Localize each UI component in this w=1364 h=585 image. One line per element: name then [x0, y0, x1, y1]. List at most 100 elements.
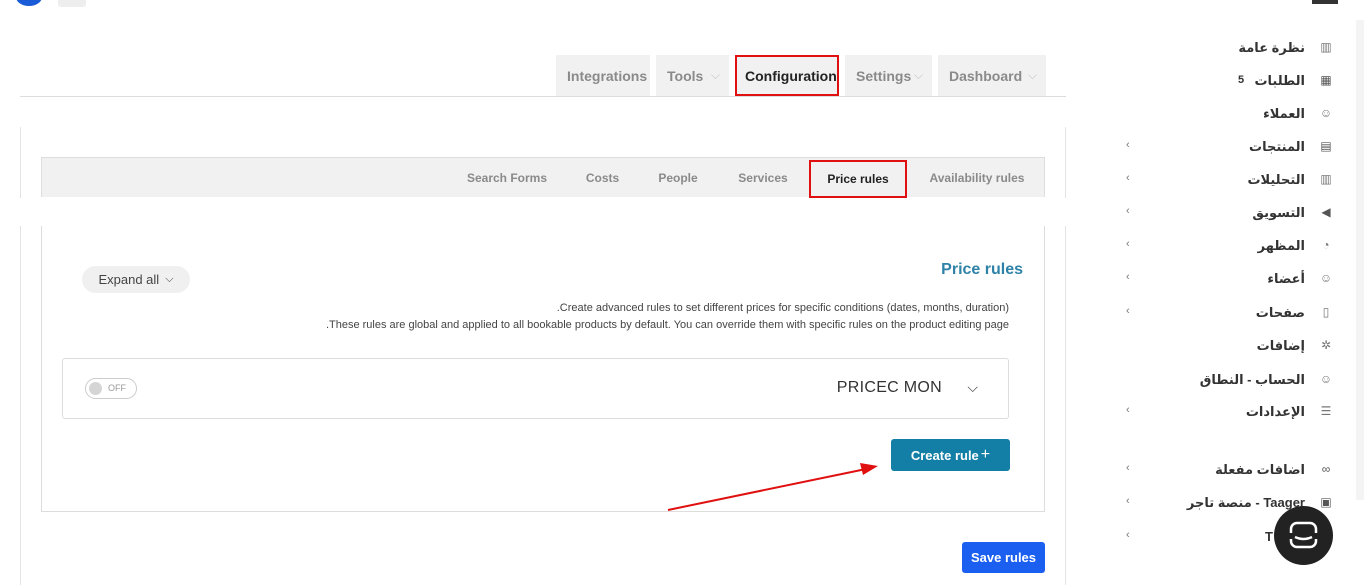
sidebar-item-label: المظهر — [1257, 238, 1305, 253]
tab-dashboard-label: Dashboard — [949, 67, 1023, 84]
create-rule-button[interactable]: Create rule + — [891, 439, 1010, 471]
chevron-down-icon: ⌵ — [913, 68, 923, 82]
sidebar-item-label: صفحات — [1255, 305, 1305, 320]
sidebar-item-customers[interactable]: ☺ العملاء — [1120, 102, 1335, 126]
sidebar-item-label: اضافات مفعلة — [1215, 462, 1305, 477]
sidebar-item-active-addons[interactable]: ‹ ∞ اضافات مفعلة — [1120, 458, 1335, 482]
box-icon: ▤ — [1320, 139, 1332, 153]
chevron-left-icon: ‹ — [1126, 238, 1130, 250]
tab-people[interactable]: People — [649, 158, 707, 198]
sidebar-item-label: التسويق — [1252, 205, 1305, 220]
chevron-left-icon: ‹ — [1126, 529, 1130, 541]
sidebar-item-settings[interactable]: ‹ ☰ الإعدادات — [1120, 400, 1335, 424]
chart-icon: ▥ — [1320, 172, 1332, 186]
sidebar-item-addons[interactable]: ✲ إضافات — [1120, 334, 1335, 358]
orders-count-badge: 5 — [1238, 74, 1245, 86]
frame-border-left — [20, 127, 21, 585]
sidebar-item-orders[interactable]: ▦ الطلبات 5 — [1120, 69, 1335, 93]
chevron-left-icon: ‹ — [1126, 495, 1130, 507]
tab-people-label: People — [658, 171, 698, 185]
sidebar-item-label: التحليلات — [1247, 172, 1305, 187]
chevron-left-icon: ‹ — [1126, 404, 1130, 416]
sidebar-item-label: T — [1265, 529, 1273, 544]
sidebar-item-label: الإعدادات — [1245, 404, 1305, 419]
tab-settings[interactable]: Settings ⌵ — [845, 55, 932, 96]
chevron-down-icon: ⌵ — [1027, 68, 1037, 82]
tab-settings-label: Settings — [856, 67, 912, 84]
chevron-left-icon: ‹ — [1126, 271, 1130, 283]
sidebar-item-account-domain[interactable]: ☺ الحساب - النطاق — [1120, 368, 1335, 392]
sidebar-item-label: نظرة عامة — [1238, 40, 1305, 55]
toggle-knob — [89, 382, 102, 395]
megaphone-icon: ◀ — [1321, 205, 1331, 219]
chart-icon: ▥ — [1320, 40, 1332, 54]
description-line-2: .These rules are global and applied to a… — [325, 319, 1009, 331]
palette-icon: ◔ — [1322, 238, 1330, 252]
tab-price-rules-label: Price rules — [827, 172, 889, 186]
sidebar-item-label: العملاء — [1263, 106, 1305, 121]
rule-row[interactable]: OFF PRICEC MON ⌵ — [62, 358, 1009, 419]
grid-icon: ▦ — [1320, 73, 1332, 87]
expand-all-button[interactable]: Expand all ⌵ — [82, 266, 190, 293]
tab-dashboard[interactable]: Dashboard ⌵ — [938, 55, 1046, 96]
tab-search-forms-label: Search Forms — [466, 171, 548, 185]
sidebar-item-label: أعضاء — [1267, 271, 1305, 286]
sidebar-item-label: الطلبات — [1254, 73, 1305, 88]
top-toolbar-stub — [58, 0, 86, 7]
chat-launcher-button[interactable] — [1274, 506, 1333, 565]
tab-configuration[interactable]: Configuration — [735, 55, 839, 96]
sidebar-item-pages[interactable]: ‹ ▯ صفحات — [1120, 301, 1335, 325]
menu-bar-stub — [1312, 0, 1338, 4]
sidebar-scrollbar[interactable] — [1356, 20, 1364, 500]
description-line-1: .Create advanced rules to set different … — [556, 302, 1009, 314]
tab-tools-label: Tools — [667, 67, 704, 84]
top-tab-bar: Integrations Tools ⌵ Configuration Setti… — [20, 55, 1066, 97]
users-icon: ☺ — [1319, 372, 1333, 386]
sub-tab-bar: Search Forms Costs People Services Price… — [41, 157, 1045, 198]
tab-integrations-label: Integrations — [567, 67, 648, 84]
chevron-down-icon: ⌵ — [710, 68, 720, 82]
frame-border-right — [1065, 127, 1066, 585]
sidebar-item-label: المنتجات — [1249, 139, 1305, 154]
tab-tools[interactable]: Tools ⌵ — [656, 55, 729, 96]
tab-services-label: Services — [738, 171, 788, 185]
users-icon: ☺ — [1319, 271, 1333, 285]
page: Integrations Tools ⌵ Configuration Setti… — [0, 0, 1364, 585]
avatar[interactable] — [16, 0, 42, 6]
page-icon: ▯ — [1322, 305, 1330, 319]
rule-toggle[interactable]: OFF — [85, 378, 137, 399]
users-icon: ☺ — [1319, 106, 1333, 120]
tab-configuration-label: Configuration — [745, 67, 837, 84]
sidebar-item-members[interactable]: ‹ ☺ أعضاء — [1120, 267, 1335, 291]
separator-strip — [0, 198, 1080, 226]
sidebar-item-label: إضافات — [1256, 338, 1305, 353]
chat-icon — [1289, 521, 1318, 549]
sidebar-item-appearance[interactable]: ‹ ◔ المظهر — [1120, 234, 1335, 258]
sidebar-item-analytics[interactable]: ‹ ▥ التحليلات — [1120, 168, 1335, 192]
tab-price-rules[interactable]: Price rules — [809, 160, 907, 198]
tab-costs[interactable]: Costs — [576, 158, 629, 198]
puzzle-icon: ✲ — [1320, 338, 1332, 352]
tab-integrations[interactable]: Integrations — [556, 55, 650, 96]
tab-availability-rules[interactable]: Availability rules — [918, 158, 1036, 198]
chevron-left-icon: ‹ — [1126, 205, 1130, 217]
chevron-left-icon: ‹ — [1126, 172, 1130, 184]
rule-name: PRICEC MON — [836, 379, 942, 396]
expand-all-label: Expand all — [98, 272, 160, 287]
chevron-down-icon[interactable]: ⌵ — [967, 379, 978, 396]
panel-title: Price rules — [941, 261, 1023, 278]
sidebar-item-overview[interactable]: ▥ نظرة عامة — [1120, 36, 1335, 60]
chevron-left-icon: ‹ — [1126, 462, 1130, 474]
save-rules-button[interactable]: Save rules — [962, 542, 1045, 573]
tab-search-forms[interactable]: Search Forms — [455, 158, 559, 198]
create-rule-label: Create rule — [910, 447, 979, 463]
toggle-label: OFF — [108, 383, 126, 393]
sidebar-item-label: الحساب - النطاق — [1199, 372, 1305, 387]
tab-availability-rules-label: Availability rules — [929, 171, 1025, 185]
chevron-left-icon: ‹ — [1126, 305, 1130, 317]
save-rules-label: Save rules — [970, 550, 1037, 565]
chevron-left-icon: ‹ — [1126, 139, 1130, 151]
sidebar-item-products[interactable]: ‹ ▤ المنتجات — [1120, 135, 1335, 159]
sidebar-item-marketing[interactable]: ‹ ◀ التسويق — [1120, 201, 1335, 225]
tab-services[interactable]: Services — [727, 158, 799, 198]
